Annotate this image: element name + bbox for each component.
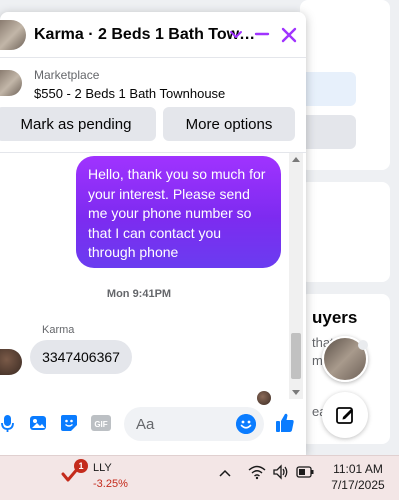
thumbs-up-icon[interactable] — [274, 412, 296, 434]
battery-icon[interactable] — [296, 466, 314, 478]
volume-icon[interactable] — [272, 464, 290, 480]
background-card — [300, 182, 390, 282]
new-message-icon — [336, 407, 353, 424]
scroll-down-arrow-icon[interactable] — [292, 390, 300, 395]
chat-header: Karma · 2 Beds 1 Bath Tow… — [0, 12, 306, 58]
stock-change[interactable]: -3.25% — [93, 478, 128, 490]
chat-title[interactable]: Karma · 2 Beds 1 Bath Tow… — [34, 26, 255, 44]
background-card — [300, 0, 390, 170]
contact-avatar[interactable] — [0, 20, 26, 50]
message-input[interactable]: Aa — [124, 407, 264, 441]
scrollbar[interactable] — [289, 153, 303, 399]
clock-date[interactable]: 7/17/2025 — [326, 478, 390, 492]
message-timestamp: Mon 9:41PM — [106, 288, 172, 300]
background-gray-button[interactable] — [300, 115, 356, 149]
stock-symbol[interactable]: LLY — [93, 462, 112, 474]
sticker-icon[interactable] — [59, 413, 79, 433]
notification-badge: 1 — [74, 459, 88, 473]
background-section-heading: uyers — [312, 308, 358, 327]
photo-icon[interactable] — [28, 413, 48, 433]
chat-window: Karma · 2 Beds 1 Bath Tow… Marketplace $… — [0, 12, 306, 455]
wifi-icon[interactable] — [248, 464, 266, 480]
emoji-icon[interactable] — [236, 414, 256, 434]
incoming-message[interactable]: 3347406367 — [30, 340, 132, 374]
more-options-button[interactable]: More options — [163, 107, 295, 141]
sender-avatar[interactable] — [0, 349, 22, 375]
mark-as-pending-button[interactable]: Mark as pending — [0, 107, 156, 141]
message-composer: GIF Aa — [0, 405, 306, 455]
listing-thumbnail — [0, 70, 22, 96]
floating-contact-avatar[interactable] — [322, 336, 368, 382]
marketplace-listing[interactable]: Marketplace $550 - 2 Beds 1 Bath Townhou… — [0, 64, 306, 108]
new-message-button[interactable] — [322, 392, 368, 438]
marketplace-label: Marketplace — [34, 68, 100, 82]
chevron-up-icon[interactable] — [218, 468, 232, 478]
message-list: Hello, thank you so much for your intere… — [0, 153, 306, 405]
gif-label: GIF — [94, 420, 107, 429]
outgoing-message[interactable]: Hello, thank you so much for your intere… — [76, 156, 281, 268]
scroll-up-arrow-icon[interactable] — [292, 157, 300, 162]
scrollbar-thumb[interactable] — [291, 333, 301, 379]
minimize-icon[interactable] — [252, 24, 272, 44]
seen-indicator-avatar — [257, 391, 271, 405]
microphone-icon[interactable] — [0, 413, 18, 433]
message-input-placeholder: Aa — [136, 416, 155, 433]
close-icon[interactable] — [278, 24, 300, 46]
status-dot — [358, 340, 368, 350]
clock-time[interactable]: 11:01 AM — [326, 462, 390, 476]
gif-icon[interactable]: GIF — [90, 413, 112, 433]
chevron-down-icon[interactable] — [226, 24, 246, 44]
listing-title: $550 - 2 Beds 1 Bath Townhouse — [34, 86, 226, 101]
sender-name: Karma — [42, 324, 75, 336]
background-blue-button[interactable] — [300, 72, 356, 106]
